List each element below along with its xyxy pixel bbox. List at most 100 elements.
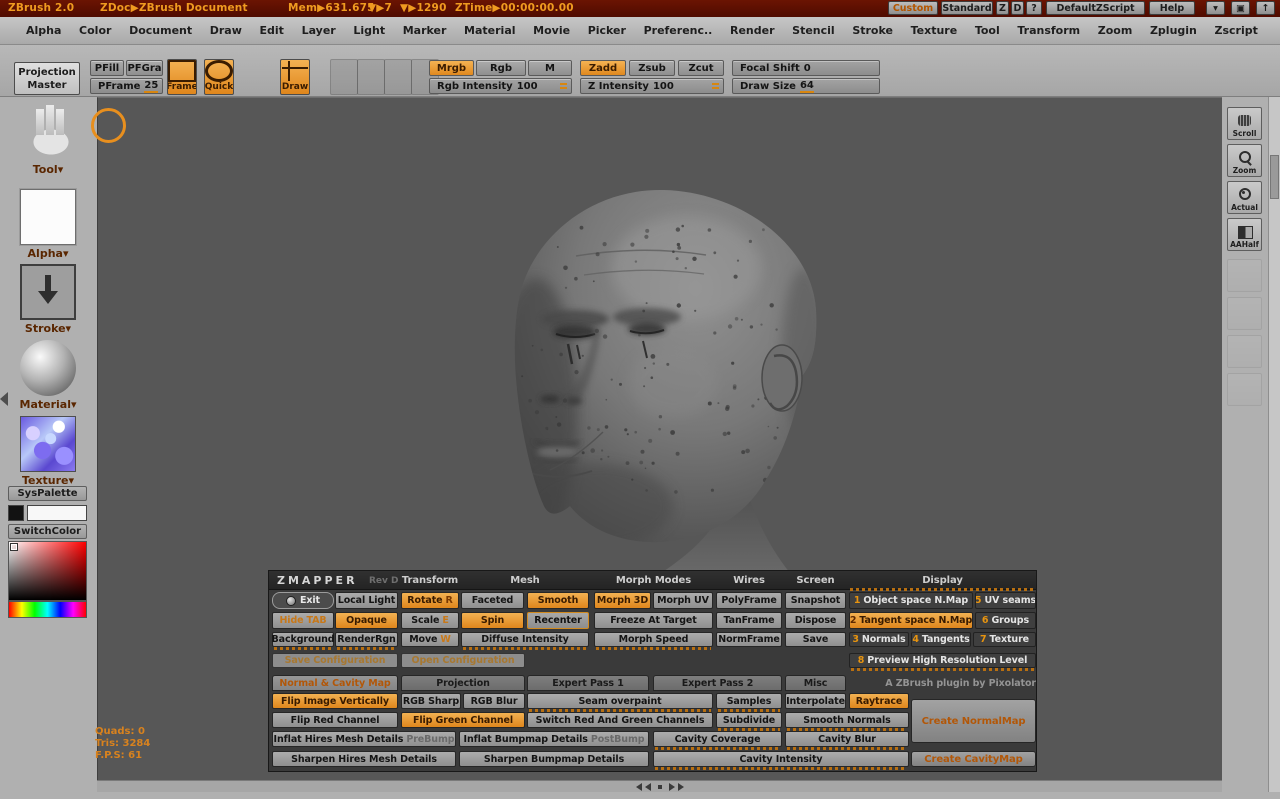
document-menu[interactable]: Document	[129, 24, 192, 37]
material-menu[interactable]: Material	[464, 24, 515, 37]
frame-button[interactable]: Frame	[167, 59, 197, 95]
interpolate-button[interactable]: Interpolate	[785, 693, 846, 709]
scroll-left-icon[interactable]	[636, 783, 642, 791]
inflat-bumpmap-details-button[interactable]: Inflat Bumpmap Details PostBump	[459, 731, 649, 747]
scroll-grip-icon[interactable]	[658, 785, 662, 789]
vertical-scrollbar[interactable]	[1268, 97, 1280, 792]
rgb-intensity-slider[interactable]: Rgb Intensity 100	[429, 78, 572, 94]
color-gradient-picker[interactable]	[8, 541, 87, 601]
scroll-right-icon[interactable]	[669, 783, 675, 791]
recenter-button[interactable]: Recenter	[527, 612, 589, 629]
tab-misc[interactable]: Misc	[785, 675, 846, 691]
groups-button[interactable]: 6 Groups	[975, 612, 1036, 629]
sharpen-bumpmap-details-button[interactable]: Sharpen Bumpmap Details	[459, 751, 649, 767]
tangents-button[interactable]: 4 Tangents	[911, 632, 971, 647]
d-button[interactable]: D	[1011, 1, 1024, 15]
window-expand-button[interactable]: ↑	[1256, 1, 1275, 15]
local-light-button[interactable]: Local Light	[335, 592, 398, 609]
diffuse-intensity-slider[interactable]: Diffuse Intensity	[461, 632, 589, 647]
stencil-menu[interactable]: Stencil	[792, 24, 835, 37]
transform-menu[interactable]: Transform	[1017, 24, 1080, 37]
help-button[interactable]: Help	[1149, 1, 1195, 15]
create-cavitymap-button[interactable]: Create CavityMap	[911, 751, 1036, 767]
edit-menu[interactable]: Edit	[260, 24, 284, 37]
color-menu[interactable]: Color	[79, 24, 111, 37]
spin-button[interactable]: Spin	[461, 612, 524, 629]
picker-menu[interactable]: Picker	[588, 24, 626, 37]
horizontal-scrollbar[interactable]	[97, 780, 1222, 792]
morph-uv-button[interactable]: Morph UV	[653, 592, 713, 609]
m-button[interactable]: M	[528, 60, 572, 76]
zscript-menu[interactable]: Zscript	[1215, 24, 1258, 37]
flip-image-vertically-button[interactable]: Flip Image Vertically	[272, 693, 398, 709]
scroll-button[interactable]: Scroll	[1227, 107, 1262, 140]
stroke-menu[interactable]: Stroke	[852, 24, 893, 37]
preview-high-resolution-slider[interactable]: 8 Preview High Resolution Level	[849, 653, 1036, 668]
snapshot-button[interactable]: Snapshot	[785, 592, 846, 609]
move-button[interactable]: Move W	[401, 632, 459, 647]
polyframe-button[interactable]: PolyFrame	[716, 592, 782, 609]
dispose-button[interactable]: Dispose	[785, 612, 846, 629]
samples-slider[interactable]: Samples	[716, 693, 782, 709]
opaque-button[interactable]: Opaque	[335, 612, 398, 629]
sharpen-hires-mesh-details-button[interactable]: Sharpen Hires Mesh Details	[272, 751, 456, 767]
light-menu[interactable]: Light	[353, 24, 385, 37]
tangent-space-nmap-button[interactable]: 2 Tangent space N.Map	[849, 612, 973, 629]
texture-display-button[interactable]: 7 Texture	[973, 632, 1036, 647]
window-shrink-button[interactable]: ▾	[1206, 1, 1225, 15]
rgb-button[interactable]: Rgb	[476, 60, 526, 76]
tab-normal-cavity-map[interactable]: Normal & Cavity Map	[272, 675, 398, 691]
main-color-swatch[interactable]	[8, 505, 24, 521]
texture-menu[interactable]: Texture	[911, 24, 958, 37]
inflat-hires-mesh-details-button[interactable]: Inflat Hires Mesh Details PreBump	[272, 731, 456, 747]
defaultzscript-button[interactable]: DefaultZScript	[1046, 1, 1145, 15]
switchcolor-button[interactable]: SwitchColor	[8, 524, 87, 539]
syspalette-button[interactable]: SysPalette	[8, 486, 87, 501]
scroll-right-icon[interactable]	[678, 783, 684, 791]
object-space-nmap-button[interactable]: 1 Object space N.Map	[849, 592, 973, 609]
aahalf-button[interactable]: AAHalf	[1227, 218, 1262, 251]
zcut-button[interactable]: Zcut	[678, 60, 724, 76]
panel-divider-arrow[interactable]	[0, 392, 8, 406]
layer-menu[interactable]: Layer	[302, 24, 336, 37]
projection-master-button[interactable]: Projection Master	[14, 62, 80, 95]
help-query-button[interactable]: ?	[1026, 1, 1042, 15]
tool-menu[interactable]: Tool	[975, 24, 1000, 37]
movie-menu[interactable]: Movie	[533, 24, 570, 37]
hue-strip[interactable]	[8, 601, 87, 618]
smooth-button[interactable]: Smooth	[527, 592, 589, 609]
pfgra-button[interactable]: PFGra	[126, 60, 163, 76]
smooth-normals-slider[interactable]: Smooth Normals	[785, 712, 909, 728]
background-button[interactable]: Background	[272, 632, 334, 647]
display-slider[interactable]: Display	[849, 573, 1036, 587]
switch-red-and-green-channels-button[interactable]: Switch Red And Green Channels	[527, 712, 713, 728]
raytrace-button[interactable]: Raytrace	[849, 693, 909, 709]
rgb-blur-button[interactable]: RGB Blur	[463, 693, 525, 709]
flip-red-channel-button[interactable]: Flip Red Channel	[272, 712, 398, 728]
save-configuration-button[interactable]: Save Configuration	[272, 653, 398, 668]
freeze-at-target-button[interactable]: Freeze At Target	[594, 612, 713, 629]
draw-size-slider[interactable]: Draw Size 64	[732, 78, 880, 94]
zmapper-exit-button[interactable]: Exit	[272, 592, 334, 609]
hide-button[interactable]: Hide TAB	[272, 612, 334, 629]
zoom-menu[interactable]: Zoom	[1098, 24, 1133, 37]
open-configuration-button[interactable]: Open Configuration	[401, 653, 525, 668]
uv-seams-button[interactable]: 5 UV seams	[975, 592, 1036, 609]
zadd-button[interactable]: Zadd	[580, 60, 626, 76]
mrgb-button[interactable]: Mrgb	[429, 60, 474, 76]
marker-menu[interactable]: Marker	[403, 24, 447, 37]
cavity-blur-slider[interactable]: Cavity Blur	[785, 731, 909, 747]
alpha-menu[interactable]: Alpha	[26, 24, 61, 37]
cavity-intensity-slider[interactable]: Cavity Intensity	[653, 751, 909, 767]
tab-expert-pass-1[interactable]: Expert Pass 1	[527, 675, 649, 691]
morph-3d-button[interactable]: Morph 3D	[594, 592, 651, 609]
scroll-left-icon[interactable]	[645, 783, 651, 791]
draw-menu[interactable]: Draw	[210, 24, 242, 37]
render-menu[interactable]: Render	[730, 24, 775, 37]
faceted-button[interactable]: Faceted	[461, 592, 524, 609]
tab-projection[interactable]: Projection	[401, 675, 525, 691]
tanframe-button[interactable]: TanFrame	[716, 612, 782, 629]
vertical-scrollbar-thumb[interactable]	[1270, 155, 1279, 199]
pfill-button[interactable]: PFill	[90, 60, 124, 76]
normframe-button[interactable]: NormFrame	[716, 632, 782, 647]
